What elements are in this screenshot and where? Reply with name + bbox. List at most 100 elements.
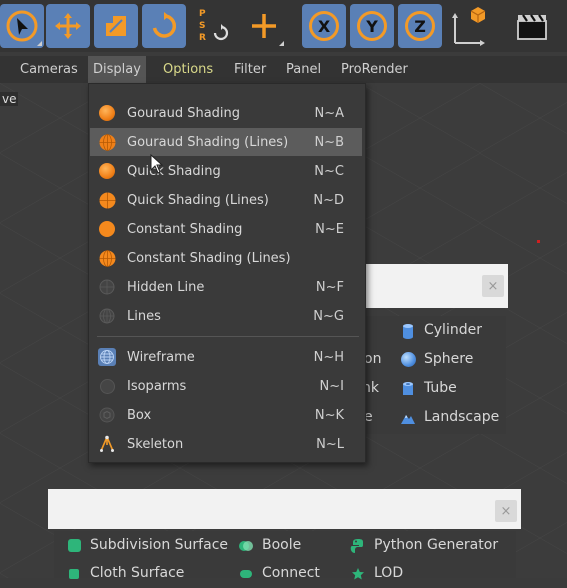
generator-item-python-generator[interactable]: Python Generator [350, 531, 498, 560]
connect-icon [238, 566, 254, 582]
generator-item-boole[interactable]: Boole [238, 531, 301, 560]
menu-filter[interactable]: Filter [229, 56, 271, 83]
y-axis-lock-button[interactable]: Y [350, 4, 394, 48]
menu-item-label: Gouraud Shading (Lines) [127, 134, 289, 150]
menu-item-label: Lines [127, 308, 161, 324]
menu-item-shortcut: N~E [315, 221, 344, 237]
primitive-item-label: Sphere [424, 351, 474, 367]
primitive-fragment[interactable]: on [364, 345, 381, 374]
world-axis-button[interactable] [242, 4, 286, 48]
menu-item-constant-shading-lines[interactable]: Constant Shading (Lines) [90, 244, 362, 272]
menu-item-shortcut: N~A [314, 105, 344, 121]
constant-shading-icon [97, 219, 117, 239]
menu-item-shortcut: N~F [315, 279, 344, 295]
menu-item-label: Gouraud Shading [127, 105, 241, 121]
constant-lines-icon [97, 248, 117, 268]
menu-item-shortcut: N~C [314, 163, 344, 179]
menu-item-box[interactable]: Box N~K [90, 401, 362, 429]
subdivision-surface-icon [66, 538, 82, 554]
close-icon[interactable]: × [482, 275, 504, 297]
sphere-icon [400, 352, 416, 368]
select-tool-button[interactable] [0, 4, 44, 48]
menu-item-lines[interactable]: Lines N~G [90, 302, 362, 330]
generator-item-label: Connect [262, 565, 320, 581]
main-toolbar: PSR X Y Z [0, 0, 567, 52]
lod-icon [350, 566, 366, 582]
menu-item-shortcut: N~G [313, 308, 344, 324]
primitive-item-cylinder[interactable]: Cylinder [400, 316, 482, 345]
psr-reset-button[interactable]: PSR [192, 4, 236, 48]
generator-panel-header: × [48, 489, 521, 529]
menu-item-skeleton[interactable]: Skeleton N~L [90, 430, 362, 458]
menu-item-shortcut: N~D [313, 192, 344, 208]
menu-item-wireframe[interactable]: Wireframe N~H [90, 343, 362, 371]
generator-item-cloth-surface[interactable]: Cloth Surface [66, 559, 184, 588]
menu-item-gouraud-shading-lines[interactable]: Gouraud Shading (Lines) N~B [90, 128, 362, 156]
menu-prorender[interactable]: ProRender [336, 56, 413, 83]
menu-item-label: Hidden Line [127, 279, 205, 295]
menu-item-shortcut: N~L [316, 436, 344, 452]
generator-item-subdivision-surface[interactable]: Subdivision Surface [66, 531, 228, 560]
scale-icon [106, 16, 126, 36]
x-axis-lock-button[interactable]: X [302, 4, 346, 48]
cloth-surface-icon [66, 566, 82, 582]
primitive-item-landscape[interactable]: Landscape [400, 403, 499, 432]
rotate-tool-button[interactable] [142, 4, 186, 48]
coordinate-system-button[interactable] [446, 4, 490, 48]
gouraud-shading-icon [97, 103, 117, 123]
menu-item-isoparms[interactable]: Isoparms N~I [90, 372, 362, 400]
wireframe-icon [97, 347, 117, 367]
menu-item-hidden-line[interactable]: Hidden Line N~F [90, 273, 362, 301]
menu-item-quick-shading[interactable]: Quick Shading N~C [90, 157, 362, 185]
psr-label: PSR [199, 9, 206, 43]
primitive-item-sphere[interactable]: Sphere [400, 345, 473, 374]
y-axis-icon: Y [357, 11, 387, 41]
coordinate-system-icon [452, 7, 486, 46]
skeleton-icon [97, 434, 117, 454]
generator-item-label: LOD [374, 565, 404, 581]
world-axis-icon [252, 14, 276, 38]
cylinder-icon [400, 323, 416, 339]
generator-panel: Subdivision Surface Boole Python Generat… [54, 531, 516, 581]
menu-item-constant-shading[interactable]: Constant Shading N~E [90, 215, 362, 243]
move-icon [55, 13, 81, 39]
menu-item-label: Wireframe [127, 349, 195, 365]
viewport-label: ve [0, 92, 19, 106]
primitive-item-label: Landscape [424, 409, 500, 425]
isoparms-icon [97, 376, 117, 396]
menu-options[interactable]: Options [158, 56, 218, 83]
render-clapper-icon [517, 14, 547, 40]
box-icon [97, 405, 117, 425]
menu-item-label: Skeleton [127, 436, 184, 452]
landscape-icon [400, 410, 416, 426]
menu-item-shortcut: N~B [314, 134, 344, 150]
generator-item-label: Subdivision Surface [90, 537, 229, 553]
generator-item-label: Boole [262, 537, 302, 553]
primitive-item-tube[interactable]: Tube [400, 374, 457, 403]
quick-lines-icon [97, 190, 117, 210]
menu-cameras[interactable]: Cameras [15, 56, 83, 83]
viewport-marker [537, 240, 540, 243]
primitive-item-label: Tube [424, 380, 457, 396]
z-axis-lock-button[interactable]: Z [398, 4, 442, 48]
display-dropdown-menu: Gouraud Shading N~A Gouraud Shading (Lin… [88, 83, 366, 463]
python-generator-icon [350, 538, 366, 554]
menu-item-label: Isoparms [127, 378, 187, 394]
menu-item-quick-shading-lines[interactable]: Quick Shading (Lines) N~D [90, 186, 362, 214]
generator-item-connect[interactable]: Connect [238, 559, 320, 588]
close-icon[interactable]: × [495, 500, 517, 522]
lines-icon [97, 306, 117, 326]
menu-panel[interactable]: Panel [281, 56, 326, 83]
primitive-item-label: Cylinder [424, 322, 482, 338]
render-view-button[interactable] [510, 4, 554, 48]
mouse-cursor-icon [150, 154, 164, 174]
generator-item-lod[interactable]: LOD [350, 559, 403, 588]
move-tool-button[interactable] [46, 4, 90, 48]
menu-display[interactable]: Display [88, 56, 146, 83]
menu-item-label: Quick Shading [127, 163, 221, 179]
menu-item-gouraud-shading[interactable]: Gouraud Shading N~A [90, 99, 362, 127]
scale-tool-button[interactable] [94, 4, 138, 48]
menu-item-label: Constant Shading (Lines) [127, 250, 291, 266]
tube-icon [400, 381, 416, 397]
psr-reset-icon: PSR [194, 6, 234, 46]
